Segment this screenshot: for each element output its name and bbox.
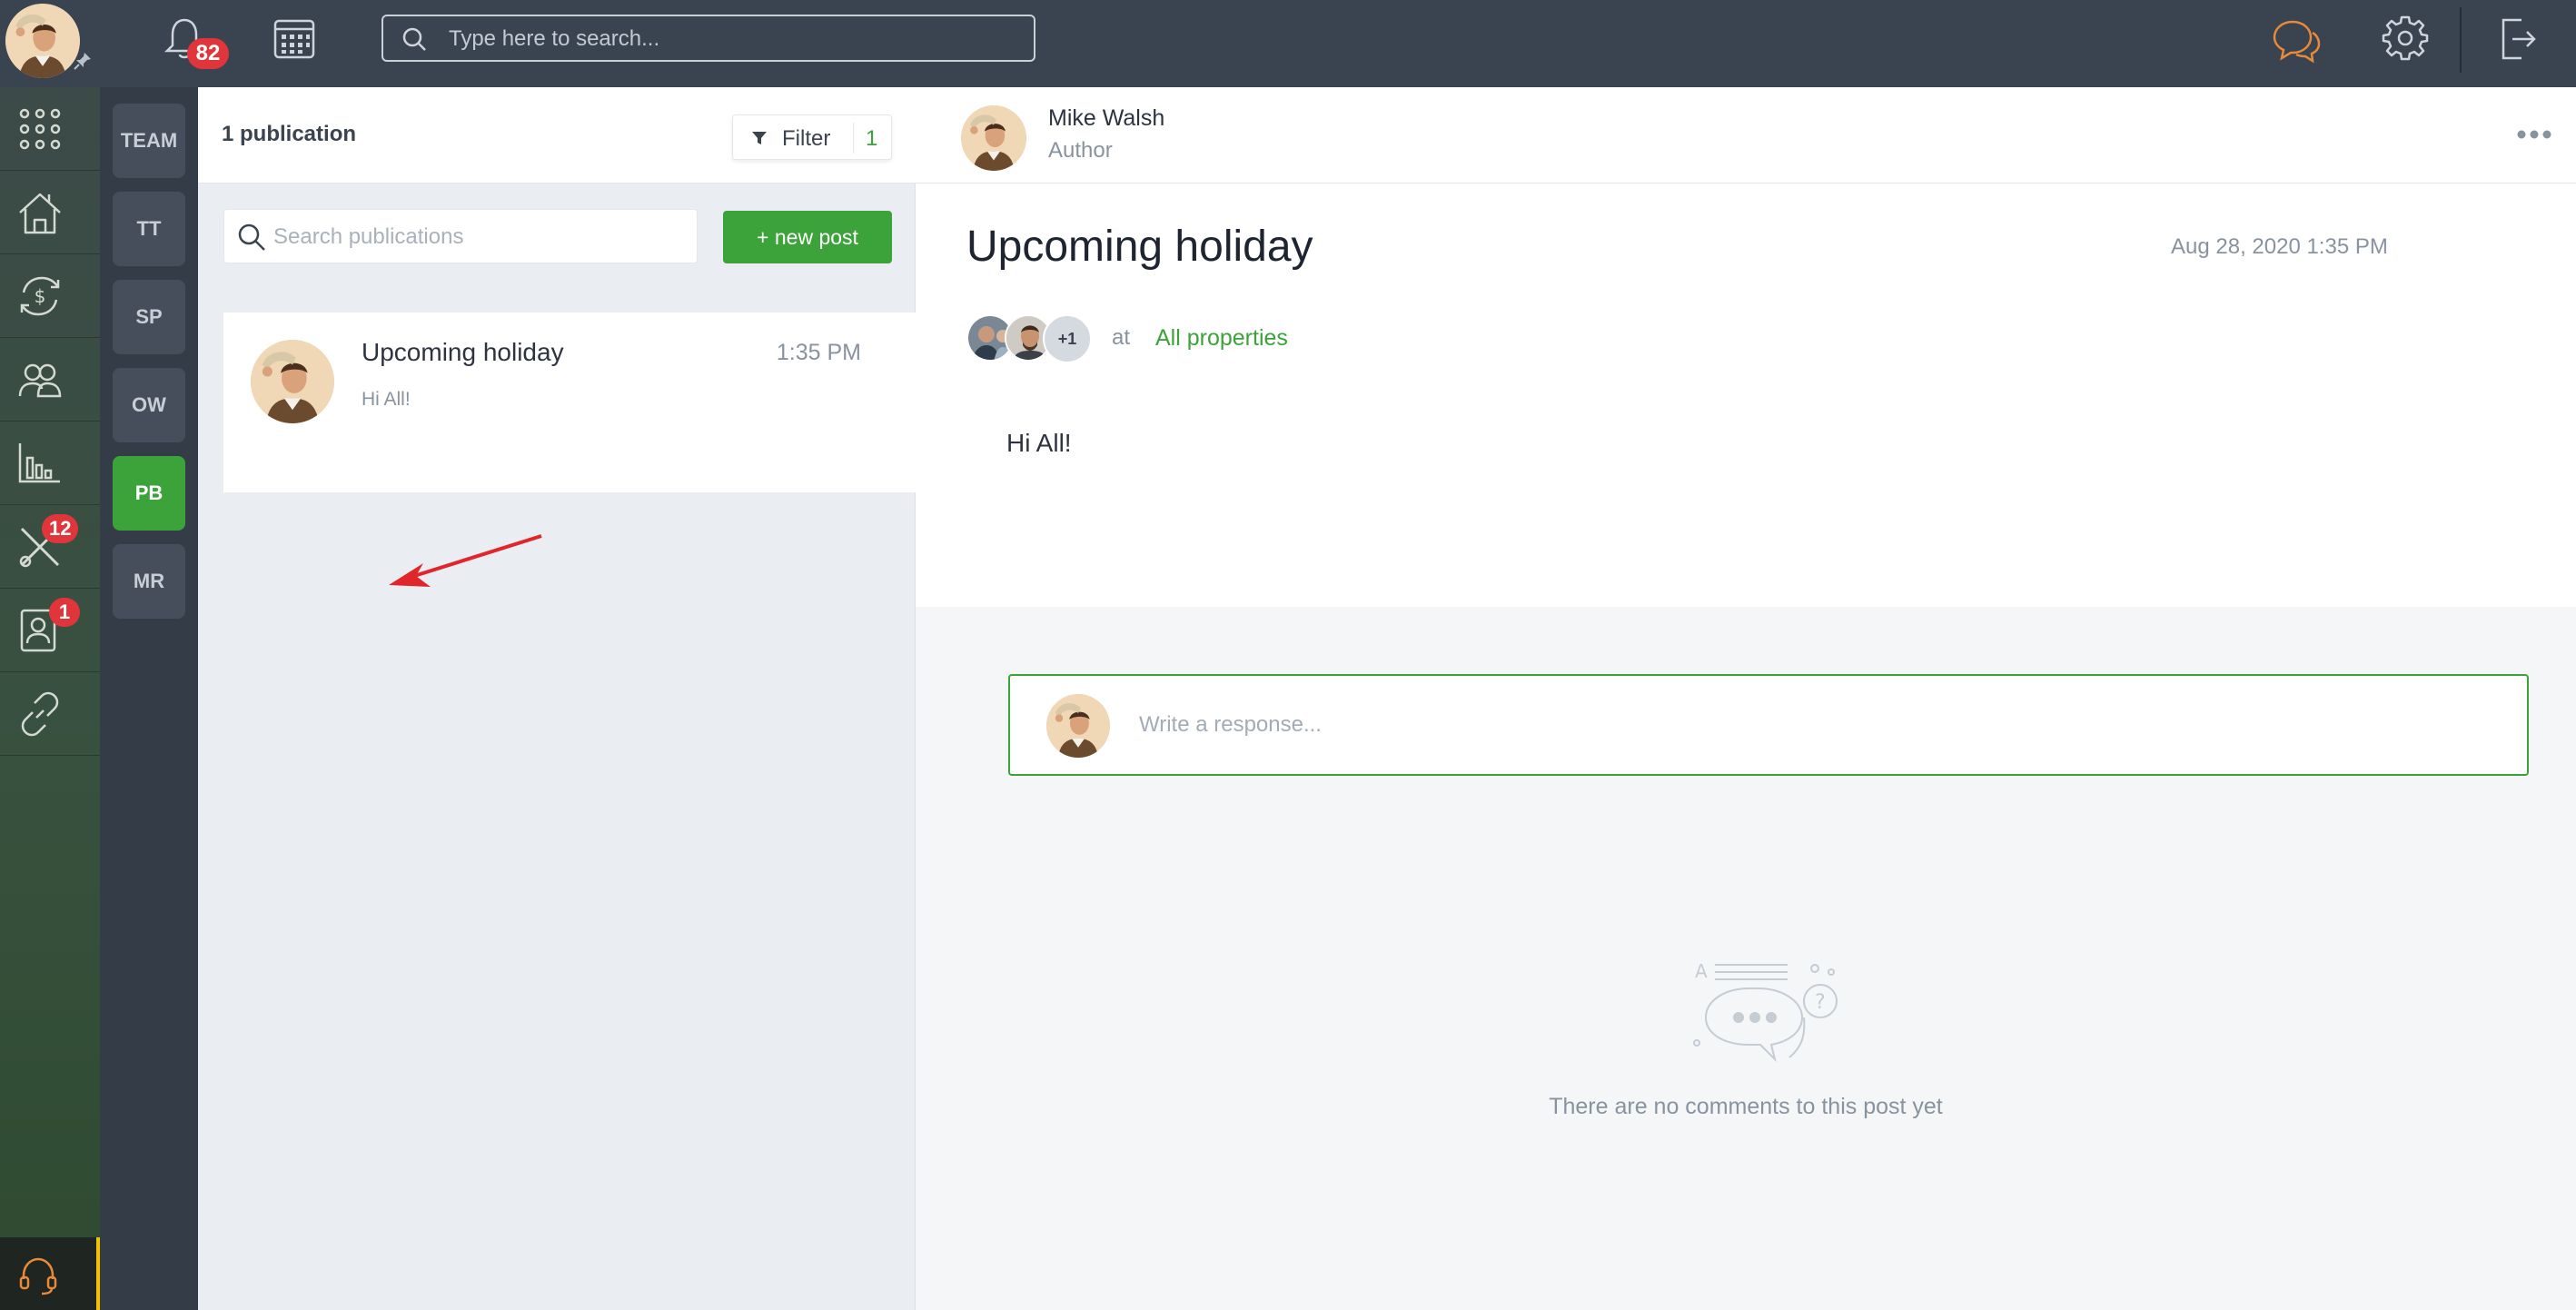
gear-icon[interactable] [2382, 15, 2429, 62]
main-nav-rail: $ 12 1 [0, 87, 100, 1310]
top-bar: 82 [0, 0, 2576, 87]
response-input[interactable] [1139, 707, 2483, 743]
publication-title: Upcoming holiday [362, 338, 564, 366]
post-body-text: Hi All! [1006, 429, 1072, 457]
publication-search-input[interactable] [273, 221, 682, 253]
properties-link[interactable]: All properties [1155, 325, 1288, 352]
nav-links[interactable] [0, 672, 100, 756]
filter-button[interactable]: Filter 1 [732, 114, 892, 160]
people-icon [18, 363, 62, 398]
post-author-header: Mike Walsh Author [916, 87, 2576, 184]
links-icon [21, 691, 59, 737]
publication-excerpt: Hi All! [362, 389, 411, 410]
svg-text:?: ? [1815, 991, 1826, 1014]
pin-icon[interactable] [73, 51, 93, 71]
author-avatar [251, 340, 334, 423]
nav-contacts[interactable]: 1 [0, 589, 100, 672]
notifications-badge: 82 [187, 38, 229, 69]
publication-count: 1 publication [222, 122, 357, 146]
no-comments-illustration: A ? [1693, 960, 1838, 1063]
apps-grid-icon [19, 108, 61, 150]
topbar-divider [2460, 7, 2462, 73]
filter-icon [752, 132, 767, 144]
publications-panel: 1 publication Filter 1 + new post Upcomi… [198, 87, 916, 1310]
post-detail-panel: Mike Walsh Author Upcoming holiday Aug 2… [916, 87, 2576, 1310]
publication-search[interactable] [223, 209, 698, 263]
recipient-avatars[interactable]: +1 [966, 314, 1103, 363]
post-content: Upcoming holiday Aug 28, 2020 1:35 PM +1… [916, 184, 2576, 607]
post-title: Upcoming holiday [966, 223, 1313, 271]
filter-separator [853, 123, 854, 154]
annotation-arrow [389, 534, 542, 587]
at-label: at [1112, 325, 1131, 350]
filter-count: 1 [866, 126, 878, 151]
svg-text:A: A [1695, 960, 1708, 982]
search-icon [238, 223, 265, 251]
calendar-icon[interactable] [272, 18, 316, 60]
team-button-ow[interactable]: OW [113, 368, 185, 442]
contacts-badge: 1 [49, 598, 80, 627]
support-button[interactable] [0, 1237, 100, 1310]
current-user-avatar [1046, 694, 1110, 758]
response-box[interactable] [1008, 674, 2529, 776]
post-date: Aug 28, 2020 1:35 PM [2171, 234, 2388, 259]
publication-card[interactable]: Upcoming holiday 1:35 PM Hi All! [223, 313, 916, 492]
no-comments-text: There are no comments to this post yet [1549, 1094, 1943, 1119]
nav-properties[interactable] [0, 171, 100, 254]
team-button-pb[interactable]: PB [113, 456, 185, 531]
author-role: Author [1048, 138, 1113, 163]
svg-text:$: $ [35, 285, 46, 307]
team-button-team[interactable]: TEAM [113, 104, 185, 178]
nav-people[interactable] [0, 338, 100, 422]
team-button-tt[interactable]: TT [113, 192, 185, 266]
headset-icon [19, 1257, 57, 1295]
properties-icon [19, 193, 61, 234]
team-button-sp[interactable]: SP [113, 280, 185, 354]
team-button-mr[interactable]: MR [113, 544, 185, 619]
nav-reports[interactable] [0, 422, 100, 505]
search-icon [402, 27, 426, 51]
new-post-button[interactable]: + new post [723, 211, 892, 263]
nav-apps[interactable] [0, 87, 100, 171]
chat-icon[interactable] [2271, 16, 2322, 65]
author-name: Mike Walsh [1048, 105, 1165, 131]
nav-finance[interactable]: $ [0, 254, 100, 338]
filter-label: Filter [782, 126, 831, 151]
nav-maintenance[interactable]: 12 [0, 505, 100, 589]
logout-icon[interactable] [2498, 16, 2538, 62]
reports-icon [18, 443, 60, 483]
publications-header: 1 publication Filter 1 [198, 87, 916, 184]
finance-icon: $ [20, 276, 60, 316]
maintenance-badge: 12 [42, 514, 79, 543]
recipients-more-count[interactable]: +1 [1043, 314, 1092, 363]
team-rail: TEAM TT SP OW PB MR [100, 87, 198, 1310]
more-options-icon[interactable] [2514, 122, 2554, 147]
global-search-input[interactable] [449, 24, 1012, 55]
author-avatar[interactable] [961, 105, 1026, 171]
publication-time: 1:35 PM [776, 340, 861, 365]
global-search[interactable] [381, 15, 1035, 62]
user-avatar[interactable] [5, 4, 80, 78]
